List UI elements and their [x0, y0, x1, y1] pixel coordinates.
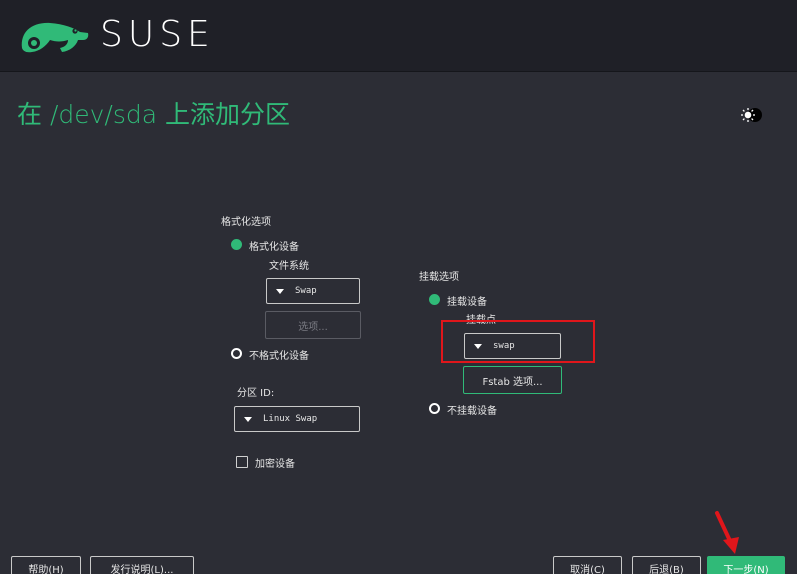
format-options-label: 格式化选项	[221, 217, 271, 228]
top-bar: SUSE	[0, 0, 797, 72]
mount-device-label[interactable]: 挂载设备	[447, 293, 487, 308]
no-format-radio[interactable]	[231, 348, 242, 359]
encrypt-device-label[interactable]: 加密设备	[255, 455, 295, 470]
sun-moon-icon[interactable]	[740, 106, 766, 124]
annotation-arrow-icon	[715, 511, 739, 554]
brand-name: SUSE	[100, 14, 215, 55]
chameleon-icon	[21, 22, 89, 53]
back-button[interactable]: 后退(B)	[632, 556, 701, 574]
no-mount-radio[interactable]	[429, 403, 440, 414]
dropdown-arrow-icon	[244, 417, 252, 422]
annotation-highlight-box	[441, 320, 595, 363]
filesystem-combo[interactable]: Swap	[266, 278, 360, 304]
filesystem-label: 文件系统	[269, 261, 309, 272]
no-format-label[interactable]: 不格式化设备	[249, 347, 309, 362]
partition-id-value: Linux Swap	[263, 414, 318, 424]
partition-id-combo[interactable]: Linux Swap	[234, 406, 360, 432]
release-notes-button[interactable]: 发行说明(L)...	[90, 556, 194, 574]
page-title: 在 /dev/sda 上添加分区	[17, 100, 290, 129]
format-options-button[interactable]: 选项...	[265, 311, 361, 339]
mount-device-radio[interactable]	[429, 294, 440, 305]
dropdown-arrow-icon	[276, 289, 284, 294]
format-device-label[interactable]: 格式化设备	[249, 238, 299, 253]
help-button[interactable]: 帮助(H)	[11, 556, 81, 574]
filesystem-value: Swap	[295, 286, 317, 296]
next-button[interactable]: 下一步(N)	[707, 556, 785, 574]
mount-options-label: 挂载选项	[419, 272, 459, 283]
partition-id-label: 分区 ID:	[237, 388, 275, 399]
format-device-radio[interactable]	[231, 239, 242, 250]
cancel-button[interactable]: 取消(C)	[553, 556, 622, 574]
no-mount-label[interactable]: 不挂载设备	[447, 402, 497, 417]
encrypt-device-checkbox[interactable]	[236, 456, 248, 468]
fstab-options-button[interactable]: Fstab 选项...	[463, 366, 562, 394]
